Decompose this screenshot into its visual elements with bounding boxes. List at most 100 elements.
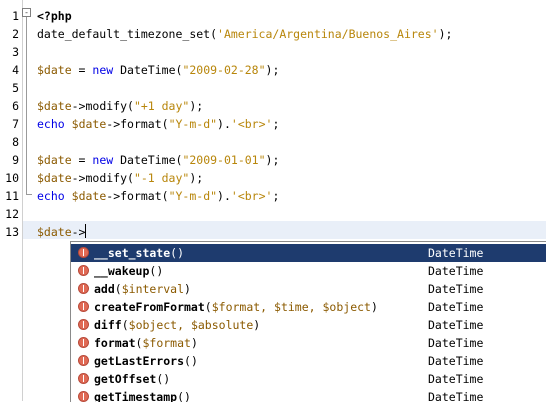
completion-item[interactable]: diff($object, $absolute) DateTime	[71, 316, 546, 334]
class-name: DateTime	[428, 264, 484, 278]
completion-signature: getLastErrors()	[94, 352, 198, 370]
code-token: ).	[217, 189, 231, 203]
line-number: 9	[12, 153, 19, 167]
method-icon	[78, 391, 89, 402]
method-params: $interval	[121, 282, 185, 296]
line-number: 2	[12, 27, 19, 41]
code-completion-popup[interactable]: __set_state() DateTime __wakeup() DateTime a…	[70, 241, 546, 402]
code-token: );	[189, 99, 204, 113]
line-number: 4	[12, 63, 19, 77]
code-token: DateTime(	[113, 63, 183, 77]
code-token: 'America/Argentina/Buenos_Aires'	[217, 27, 439, 41]
fold-guide-end	[26, 194, 32, 195]
completion-signature: add($interval)	[94, 280, 191, 298]
line-number: 7	[12, 117, 19, 131]
code-token: );	[189, 171, 204, 185]
code-token: $date	[37, 153, 72, 167]
code-line[interactable]: <?php	[37, 7, 72, 25]
code-line[interactable]: echo $date->format("Y-m-d").'<br>';	[37, 115, 279, 133]
line-number: 12	[5, 207, 19, 221]
completion-item[interactable]: getOffset() DateTime	[71, 370, 546, 388]
paren-close: )	[156, 264, 164, 278]
line-number: 8	[12, 135, 19, 149]
code-token: $date	[37, 99, 72, 113]
method-name: getTimestamp	[94, 390, 178, 402]
code-token: ->	[71, 225, 86, 239]
completion-item[interactable]: add($interval) DateTime	[71, 280, 546, 298]
class-name: DateTime	[428, 318, 484, 332]
paren-open: (	[184, 354, 191, 368]
code-line[interactable]: date_default_timezone_set('America/Argen…	[37, 25, 452, 43]
line-number: 1	[12, 9, 19, 23]
completion-item[interactable]: createFromFormat($format, $time, $object…	[71, 298, 546, 316]
code-token: "Y-m-d"	[168, 117, 218, 131]
method-icon	[78, 265, 89, 276]
class-name: DateTime	[428, 300, 484, 314]
method-icon	[78, 301, 89, 312]
completion-signature: __wakeup()	[94, 262, 163, 280]
fold-toggle-icon[interactable]: -	[22, 8, 31, 17]
paren-close: )	[184, 282, 191, 296]
completion-signature: __set_state()	[94, 244, 184, 262]
line-number: 5	[12, 81, 19, 95]
paren-open: (	[177, 390, 185, 402]
code-token: ->format(	[106, 117, 169, 131]
method-name: __set_state	[94, 246, 171, 260]
code-token: ;	[272, 189, 280, 203]
code-token: new	[92, 153, 114, 167]
method-icon	[78, 283, 89, 294]
method-name: getLastErrors	[94, 354, 185, 368]
paren-close: )	[253, 318, 261, 332]
code-token: $date	[37, 171, 72, 185]
completion-signature: diff($object, $absolute)	[94, 316, 260, 334]
code-token: );	[438, 27, 453, 41]
code-line[interactable]: $date->modify("-1 day");	[37, 169, 203, 187]
completion-item[interactable]: getLastErrors() DateTime	[71, 352, 546, 370]
line-number: 13	[5, 225, 19, 239]
code-token: '<br>'	[230, 117, 273, 131]
method-params: $object, $absolute	[128, 318, 254, 332]
code-token: "+1 day"	[133, 99, 190, 113]
code-line[interactable]: $date = new DateTime("2009-02-28");	[37, 61, 279, 79]
completion-item[interactable]: __wakeup() DateTime	[71, 262, 546, 280]
method-params: $format, $time, $object	[211, 300, 371, 314]
paren-open: (	[204, 300, 212, 314]
completion-signature: format($format)	[94, 334, 198, 352]
method-name: diff	[94, 318, 122, 332]
code-token: ;	[272, 117, 280, 131]
code-line[interactable]: $date = new DateTime("2009-01-01");	[37, 151, 279, 169]
code-line[interactable]: $date->modify("+1 day");	[37, 97, 203, 115]
code-token: DateTime(	[113, 153, 183, 167]
class-name: DateTime	[428, 246, 484, 260]
code-token: $date	[71, 189, 107, 203]
line-number: 6	[12, 99, 19, 113]
class-name: DateTime	[428, 354, 484, 368]
paren-close: )	[190, 354, 198, 368]
method-icon	[78, 355, 89, 366]
code-token: );	[265, 153, 280, 167]
code-token: =	[71, 153, 93, 167]
paren-close: )	[370, 300, 378, 314]
code-token: ->modify(	[71, 171, 134, 185]
code-line[interactable]: $date->	[37, 223, 87, 241]
method-name: getOffset	[94, 372, 157, 386]
class-name: DateTime	[428, 282, 484, 296]
method-icon	[78, 337, 89, 348]
class-name: DateTime	[428, 372, 484, 386]
code-token: <?php	[37, 9, 72, 23]
code-token: $date	[37, 63, 72, 77]
completion-item[interactable]: format($format) DateTime	[71, 334, 546, 352]
method-icon	[78, 373, 89, 384]
code-line[interactable]: echo $date->format("Y-m-d").'<br>';	[37, 187, 279, 205]
code-token: "2009-01-01"	[182, 153, 266, 167]
class-name: DateTime	[428, 336, 484, 350]
completion-item[interactable]: __set_state() DateTime	[71, 244, 546, 262]
method-params: $format	[142, 336, 191, 350]
completion-signature: getOffset()	[94, 370, 170, 388]
line-number: 3	[12, 45, 19, 59]
code-token: date_default_timezone_set(	[37, 27, 218, 41]
code-token: echo	[37, 117, 65, 131]
paren-open: (	[121, 318, 129, 332]
completion-item[interactable]: getTimestamp() DateTime	[71, 388, 546, 402]
